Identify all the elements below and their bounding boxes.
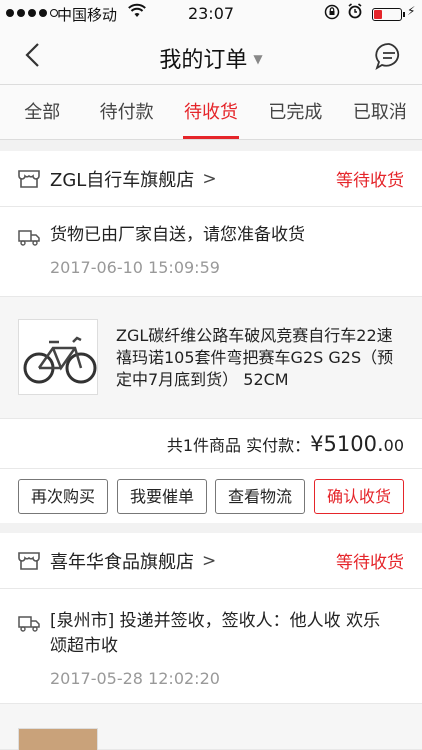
product-thumbnail	[18, 728, 98, 750]
rotation-lock-icon	[324, 4, 340, 24]
order-card: ZGL自行车旗舰店 > 等待收货 货物已由厂家自送，请您准备收货 2017-06…	[0, 151, 422, 523]
logistics-message: 货物已由厂家自送，请您准备收货	[50, 225, 305, 245]
product-item[interactable]	[0, 704, 422, 750]
shop-row[interactable]: ZGL自行车旗舰店 > 等待收货	[0, 151, 422, 207]
message-icon[interactable]	[374, 41, 404, 71]
page-title: 我的订单	[159, 48, 248, 73]
logistics-time: 2017-06-10 15:09:59	[50, 258, 220, 277]
tab-pending-receipt[interactable]: 待收货	[169, 85, 253, 139]
logistics-info[interactable]: 货物已由厂家自送，请您准备收货 2017-06-10 15:09:59	[0, 207, 422, 297]
tab-pending-payment[interactable]: 待付款	[84, 85, 168, 139]
logistics-time: 2017-05-28 12:02:20	[50, 669, 220, 688]
delivery-truck-icon	[18, 616, 40, 632]
page-title-dropdown[interactable]: 我的订单 ▼	[0, 42, 422, 74]
chevron-right-icon: >	[202, 550, 217, 571]
order-card: 喜年华食品旗舰店 > 等待收货 [泉州市] 投递并签收，签收人：他人收 欢乐颂超…	[0, 533, 422, 750]
product-name: ZGL碳纤维公路车破风竞赛自行车22速禧玛诺105套件弯把赛车G2S G2S（预…	[116, 326, 394, 389]
order-tabs: 全部 待付款 待收货 已完成 已取消	[0, 85, 422, 140]
price-main: ¥5100.	[310, 432, 384, 456]
store-icon	[18, 169, 40, 188]
rebuy-button[interactable]: 再次购买	[18, 479, 108, 514]
tab-completed[interactable]: 已完成	[253, 85, 337, 139]
order-total: 共1件商品 实付款：¥5100.00	[0, 419, 422, 469]
nav-bar: 我的订单 ▼	[0, 28, 422, 85]
delivery-truck-icon	[18, 230, 40, 246]
remind-seller-button[interactable]: 我要催单	[117, 479, 207, 514]
shop-row[interactable]: 喜年华食品旗舰店 > 等待收货	[0, 533, 422, 589]
order-status: 等待收货	[336, 553, 404, 573]
confirm-receipt-button[interactable]: 确认收货	[314, 479, 404, 514]
chevron-right-icon: >	[202, 168, 217, 189]
battery-icon	[372, 8, 405, 21]
logistics-info[interactable]: [泉州市] 投递并签收，签收人：他人收 欢乐颂超市收 2017-05-28 12…	[0, 589, 422, 704]
alarm-icon	[347, 3, 363, 23]
tab-all[interactable]: 全部	[0, 85, 84, 139]
store-icon	[18, 551, 40, 570]
charging-icon: ⚡	[407, 4, 416, 18]
shop-name: 喜年华食品旗舰店	[50, 551, 194, 573]
price-cents: 00	[383, 436, 404, 455]
product-item[interactable]: ZGL碳纤维公路车破风竞赛自行车22速禧玛诺105套件弯把赛车G2S G2S（预…	[0, 297, 422, 419]
status-bar: 中国移动 23:07 ⚡	[0, 0, 422, 28]
logistics-message: [泉州市] 投递并签收，签收人：他人收 欢乐颂超市收	[50, 611, 381, 656]
order-actions: 再次购买 我要催单 查看物流 确认收货	[0, 469, 422, 523]
track-package-button[interactable]: 查看物流	[215, 479, 305, 514]
product-thumbnail	[18, 319, 98, 395]
order-summary-label: 共1件商品 实付款：	[166, 436, 311, 455]
shop-name: ZGL自行车旗舰店	[50, 169, 195, 191]
order-status: 等待收货	[336, 171, 404, 191]
tab-cancelled[interactable]: 已取消	[338, 85, 422, 139]
caret-down-icon: ▼	[253, 52, 263, 66]
